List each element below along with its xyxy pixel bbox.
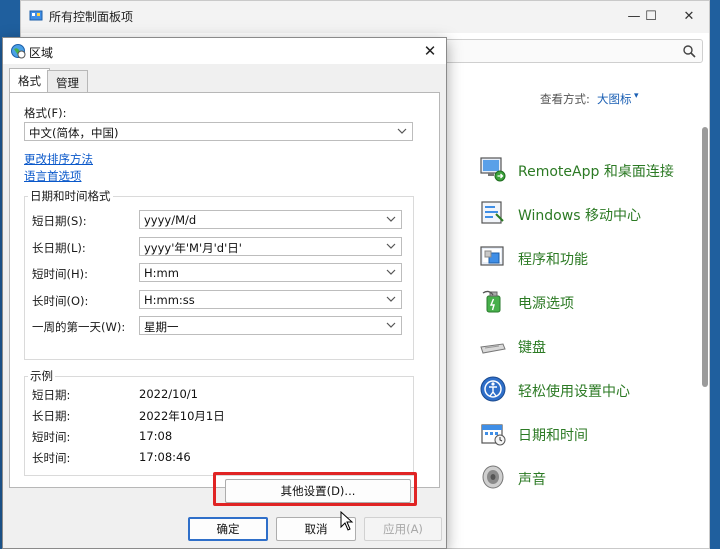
sound-icon (482, 465, 504, 489)
short-date-value: yyyy/M/d (144, 213, 197, 227)
chevron-down-icon (397, 128, 407, 134)
first-day-of-week-label: 一周的第一天(W): (32, 320, 126, 334)
cp-item-label: 日期和时间 (518, 428, 588, 444)
long-time-value: H:mm:ss (144, 293, 195, 307)
format-label: 格式(F): (24, 106, 67, 120)
cp-item-label: 电源选项 (518, 296, 574, 312)
dialog-titlebar: 区域 ✕ (3, 38, 446, 64)
programs-icon (480, 246, 504, 266)
examples-group (24, 376, 414, 476)
long-time-label: 长时间(O): (32, 294, 89, 308)
example-short-date-label: 短日期: (32, 388, 71, 402)
tab-format[interactable]: 格式 (9, 68, 50, 92)
cp-item-label: Windows 移动中心 (518, 208, 641, 224)
short-date-label: 短日期(S): (32, 214, 87, 228)
example-long-date-label: 长日期: (32, 409, 71, 423)
example-long-time-label: 长时间: (32, 451, 71, 465)
format-dropdown[interactable]: 中文(简体，中国) (24, 122, 413, 141)
format-panel: 格式(F): 中文(简体，中国) 更改排序方法 语言首选项 日期和时间格式 短日… (9, 92, 440, 488)
long-date-dropdown[interactable]: yyyy'年'M'月'd'日' (139, 237, 402, 256)
first-day-of-week-value: 星期一 (144, 320, 179, 334)
chevron-down-icon (386, 243, 396, 249)
cp-item-label: RemoteApp 和桌面连接 (518, 164, 674, 180)
cp-item-label: 程序和功能 (518, 252, 588, 268)
long-time-dropdown[interactable]: H:mm:ss (139, 290, 402, 309)
example-short-time-label: 短时间: (32, 430, 71, 444)
view-by-dropdown[interactable]: 大图标 (597, 91, 632, 107)
close-button[interactable]: ✕ (676, 7, 702, 27)
search-input[interactable] (441, 39, 703, 63)
first-day-of-week-dropdown[interactable]: 星期一 (139, 316, 402, 335)
ease-of-access-icon (480, 376, 506, 402)
datetime-format-group-title: 日期和时间格式 (28, 188, 113, 204)
view-by-label: 查看方式: (540, 92, 590, 106)
cp-item-label: 声音 (518, 472, 546, 488)
chevron-down-icon (386, 322, 396, 328)
long-date-label: 长日期(L): (32, 241, 86, 255)
examples-group-title: 示例 (28, 368, 55, 384)
control-panel-icon (29, 10, 43, 21)
language-preferences-link[interactable]: 语言首选项 (24, 168, 82, 184)
short-time-value: H:mm (144, 266, 179, 280)
dialog-close-button[interactable]: ✕ (418, 40, 442, 62)
format-dropdown-value: 中文(简体，中国) (29, 126, 119, 140)
control-panel-titlebar: 所有控制面板项 — ☐ ✕ (21, 1, 709, 33)
example-long-date-value: 2022年10月1日 (139, 409, 225, 423)
cp-item-label: 键盘 (518, 340, 546, 356)
scrollbar[interactable] (702, 127, 708, 387)
power-icon (482, 290, 501, 313)
change-sort-link[interactable]: 更改排序方法 (24, 151, 93, 167)
cp-item-label: 轻松使用设置中心 (518, 384, 630, 400)
control-panel-title: 所有控制面板项 (49, 10, 134, 24)
remoteapp-icon (480, 157, 506, 182)
highlight-box (213, 472, 417, 506)
chevron-down-icon (386, 216, 396, 222)
apply-button[interactable]: 应用(A) (364, 517, 442, 541)
maximize-button[interactable]: ☐ (638, 7, 664, 27)
tab-administrative[interactable]: 管理 (47, 70, 88, 92)
globe-clock-icon (11, 44, 26, 59)
example-short-date-value: 2022/10/1 (139, 387, 198, 401)
mobility-center-icon (481, 201, 504, 224)
example-short-time-value: 17:08 (139, 429, 173, 443)
search-icon (683, 45, 696, 58)
short-date-dropdown[interactable]: yyyy/M/d (139, 210, 402, 229)
chevron-down-icon (386, 296, 396, 302)
chevron-down-icon (386, 269, 396, 275)
date-time-icon (481, 424, 506, 446)
keyboard-icon (480, 343, 506, 354)
example-long-time-value: 17:08:46 (139, 450, 191, 464)
short-time-label: 短时间(H): (32, 267, 88, 281)
short-time-dropdown[interactable]: H:mm (139, 263, 402, 282)
dialog-title: 区域 (29, 46, 54, 60)
long-date-value: yyyy'年'M'月'd'日' (144, 241, 242, 255)
caret-down-icon[interactable]: ▾ (634, 91, 639, 101)
ok-button[interactable]: 确定 (188, 517, 268, 541)
cursor-icon (340, 511, 354, 531)
